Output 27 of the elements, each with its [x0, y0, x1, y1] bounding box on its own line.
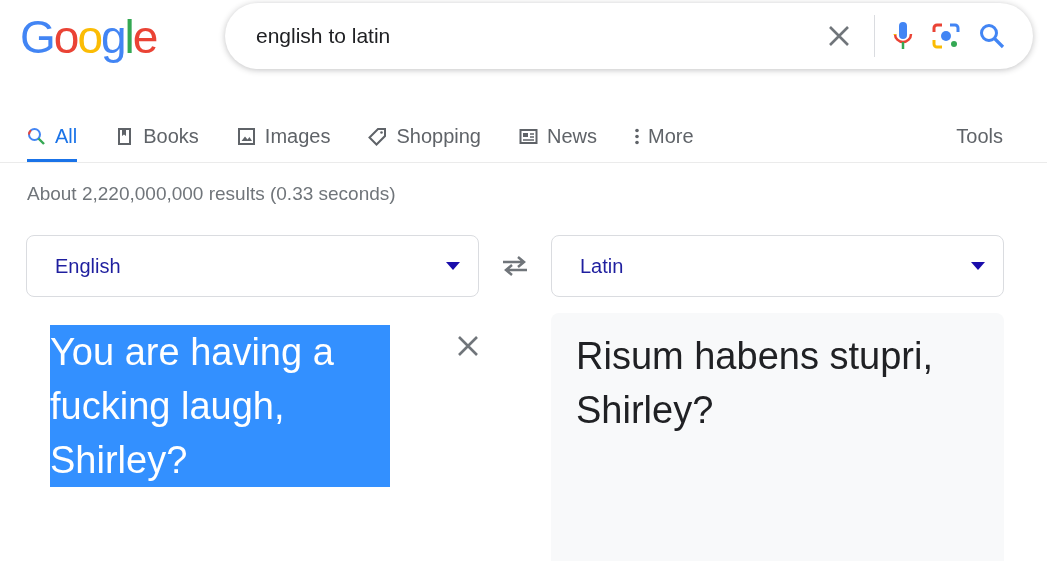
target-language-dropdown[interactable]: Latin [551, 235, 1004, 297]
newspaper-icon [518, 126, 538, 146]
more-dots-icon [634, 126, 639, 146]
tools-tab[interactable]: Tools [956, 110, 1003, 162]
caret-icon [446, 262, 460, 270]
tag-icon [368, 126, 388, 146]
search-icon[interactable] [979, 23, 1005, 49]
close-icon[interactable] [828, 25, 850, 47]
caret-icon [971, 262, 985, 270]
search-tab[interactable]: Images [236, 110, 331, 162]
search-tab[interactable]: All [27, 110, 78, 162]
search-tab[interactable]: More [634, 110, 694, 162]
search-icon [27, 126, 46, 146]
camera-icon[interactable] [931, 22, 961, 50]
translation-text: Risum habens stupri, Shirley? [576, 334, 934, 433]
search-tab[interactable]: Shopping [368, 110, 481, 162]
image-icon [236, 126, 256, 146]
swap-icon[interactable] [501, 255, 529, 277]
search-field[interactable]: english to latin [225, 3, 1033, 69]
microphone-icon[interactable] [893, 21, 913, 51]
search-tab[interactable]: Books [115, 110, 199, 162]
source-text[interactable]: You are having a fucking laugh, Shirley? [50, 325, 390, 487]
search-tab[interactable]: News [518, 110, 597, 162]
result-stats: About 2,220,000,000 results (0.33 seconds) [27, 183, 397, 205]
source-language-dropdown[interactable]: English [26, 235, 479, 297]
close-icon[interactable] [457, 335, 479, 357]
google-logo[interactable]: Google [20, 12, 225, 62]
